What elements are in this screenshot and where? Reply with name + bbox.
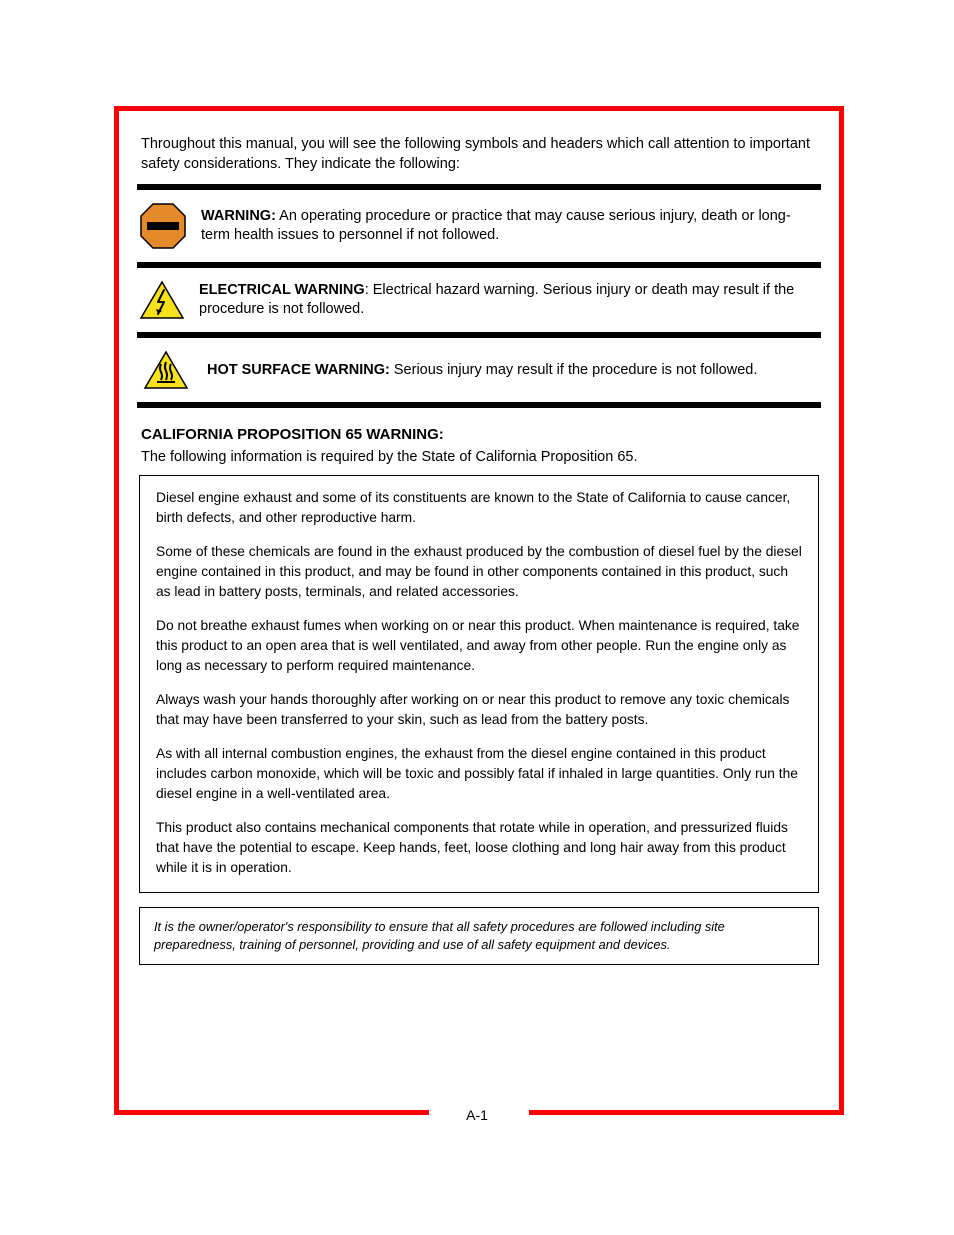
legend-intro: Throughout this manual, you will see the… (141, 135, 817, 174)
prop65-paragraph: Diesel engine exhaust and some of its co… (156, 488, 802, 528)
rule (137, 402, 821, 408)
rule (137, 184, 821, 190)
legend-text: HOT SURFACE WARNING: Serious injury may … (207, 361, 757, 380)
prop65-paragraph: As with all internal combustion engines,… (156, 744, 802, 804)
section-title: CALIFORNIA PROPOSITION 65 WARNING: (141, 426, 817, 443)
legend-row: WARNING: An operating procedure or pract… (137, 198, 821, 254)
legend-lead: HOT SURFACE WARNING: (207, 362, 390, 378)
legend-text: WARNING: An operating procedure or pract… (201, 207, 819, 245)
warning-icon (139, 202, 187, 250)
legend-body: An operating procedure or practice that … (201, 208, 791, 243)
section-subtitle: The following information is required by… (141, 449, 817, 465)
disclaimer-box: It is the owner/operator's responsibilit… (139, 907, 819, 965)
rule (137, 332, 821, 338)
prop65-paragraph: Do not breathe exhaust fumes when workin… (156, 616, 802, 676)
hot-surface-warning-icon (139, 350, 193, 390)
prop65-box: Diesel engine exhaust and some of its co… (139, 475, 819, 893)
legend-text: ELECTRICAL WARNING: Electrical hazard wa… (199, 281, 819, 319)
legend-lead: ELECTRICAL WARNING (199, 282, 365, 298)
prop65-paragraph: Some of these chemicals are found in the… (156, 542, 802, 602)
legend-lead: WARNING: (201, 208, 276, 224)
legend-row: HOT SURFACE WARNING: Serious injury may … (137, 346, 821, 394)
prop65-paragraph: Always wash your hands thoroughly after … (156, 690, 802, 730)
prop65-paragraph: This product also contains mechanical co… (156, 818, 802, 878)
page-number: A-1 (466, 1107, 488, 1123)
electrical-warning-icon (139, 280, 185, 320)
legend-body: Serious injury may result if the procedu… (390, 362, 758, 378)
legend-row: ELECTRICAL WARNING: Electrical hazard wa… (137, 276, 821, 324)
rule (137, 262, 821, 268)
